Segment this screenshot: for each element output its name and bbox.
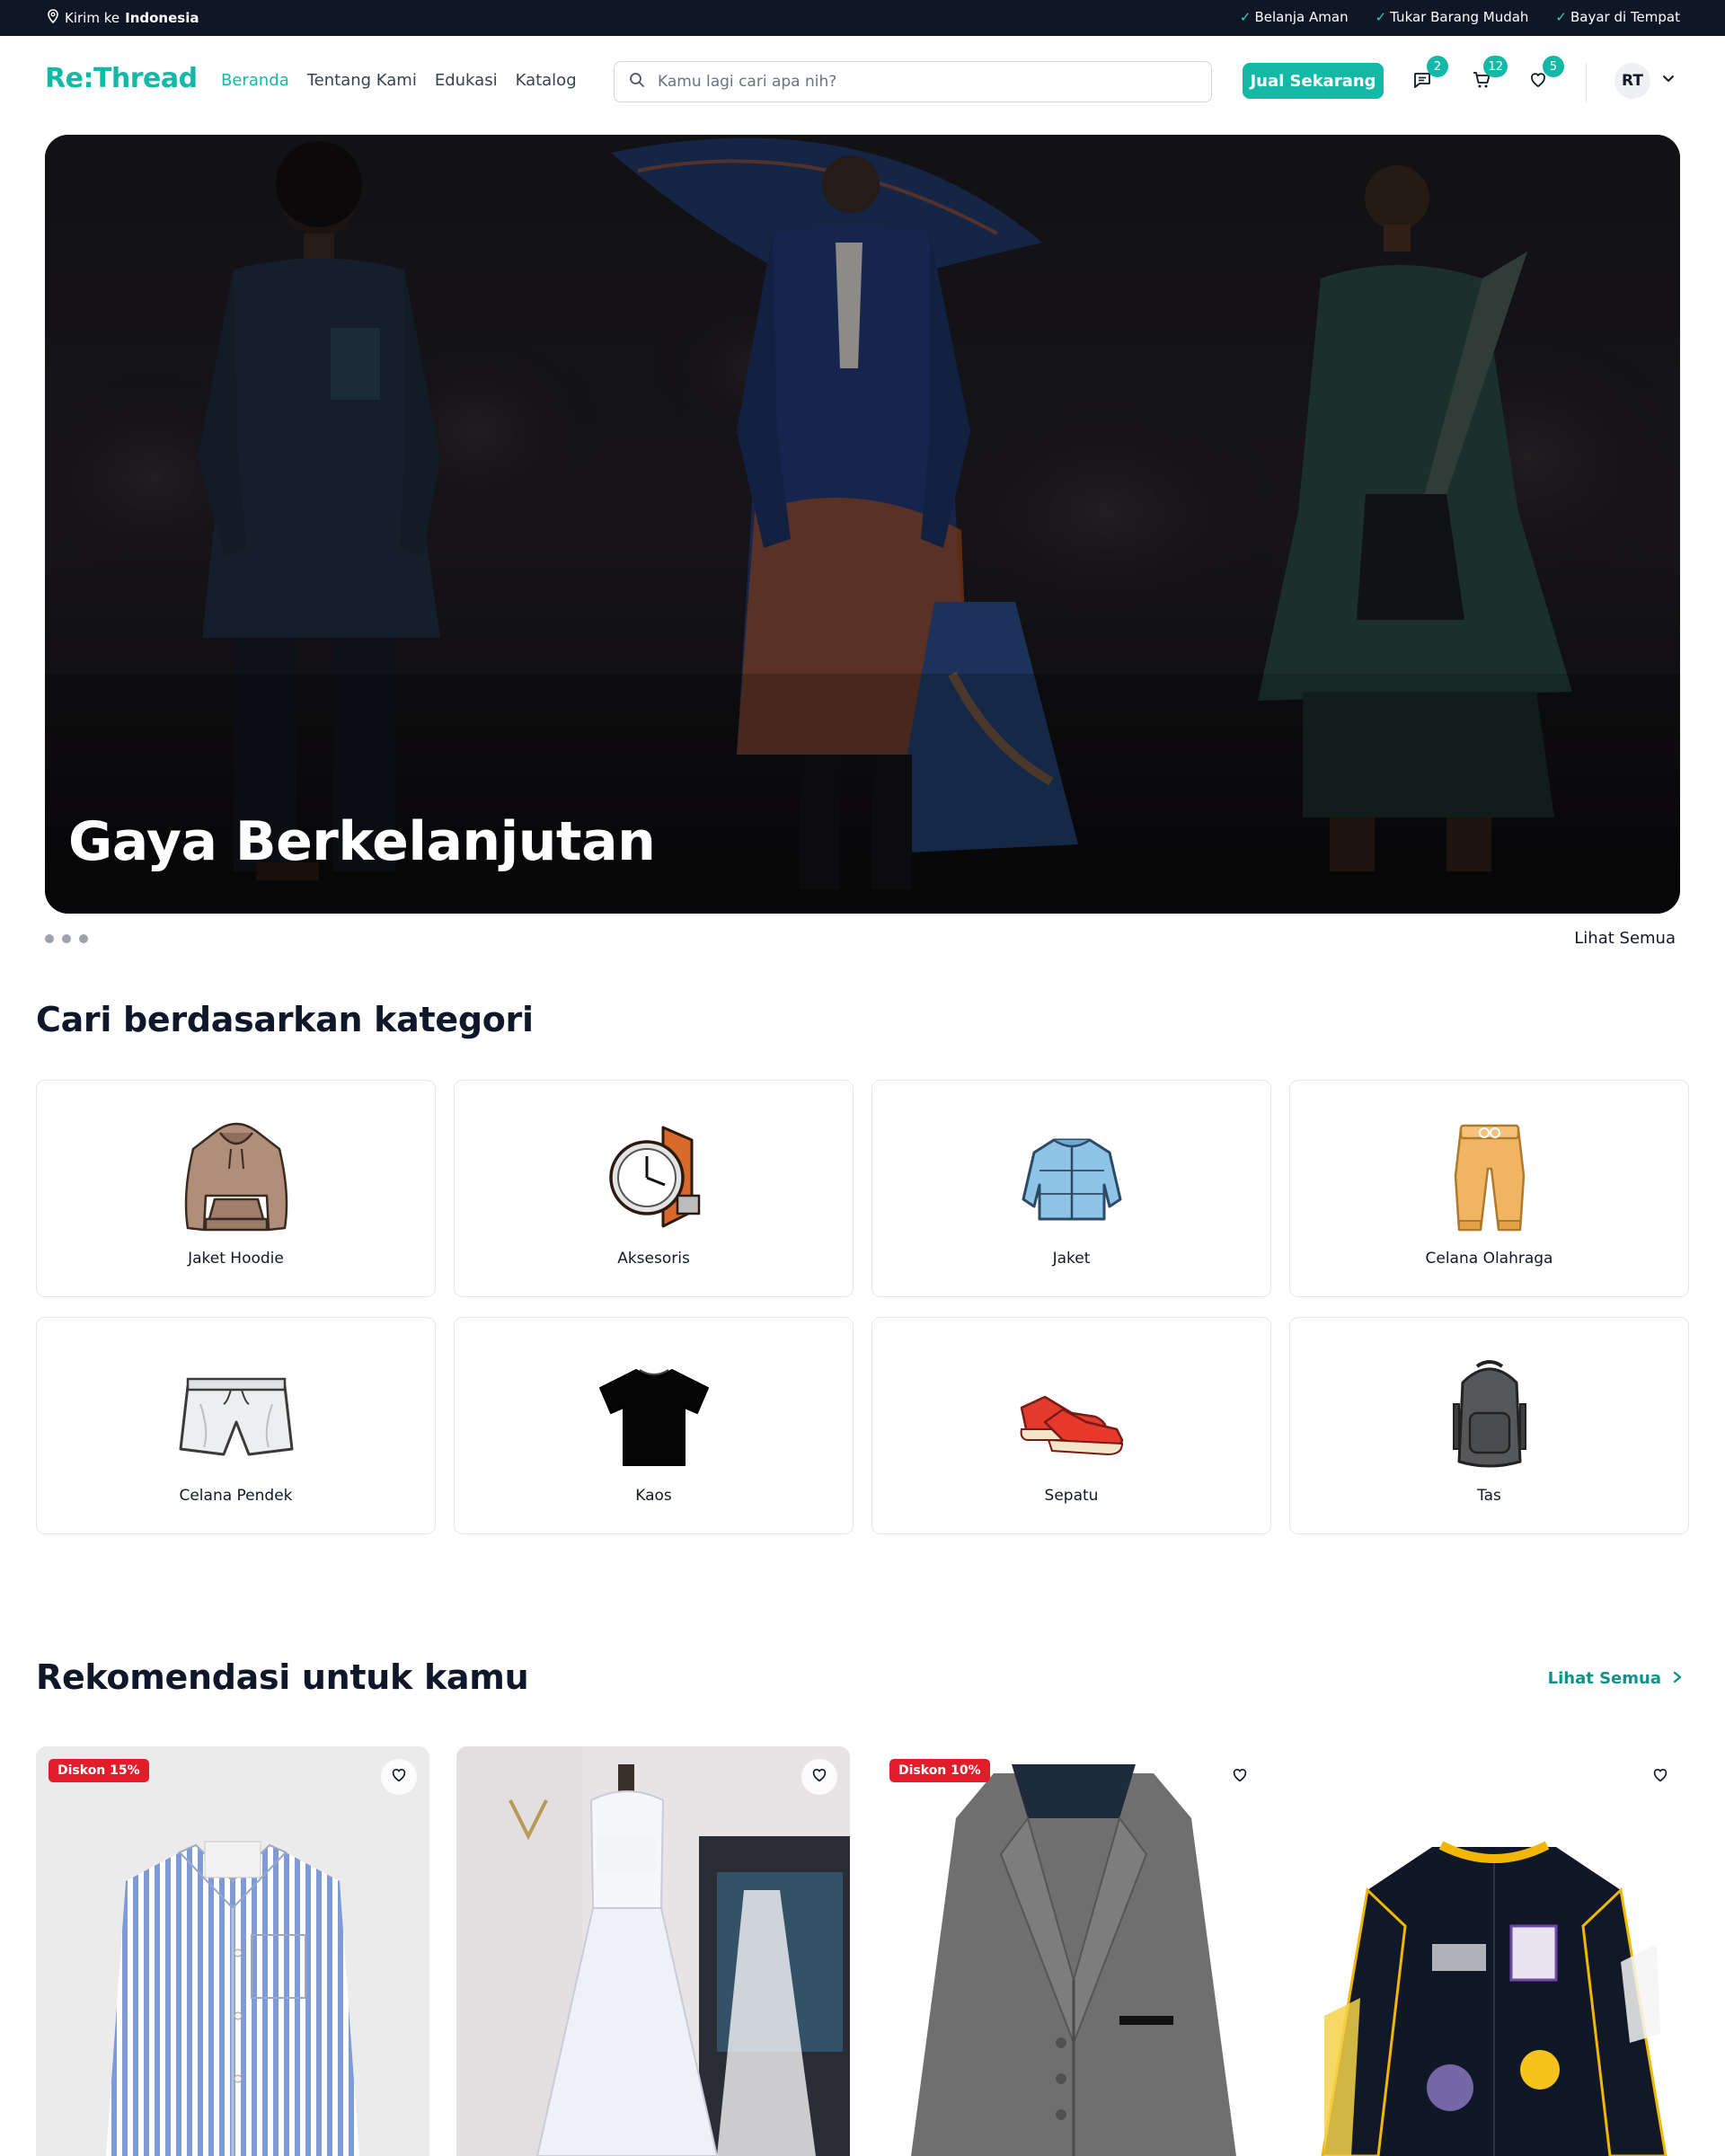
- category-card-tas[interactable]: Tas: [1289, 1317, 1689, 1534]
- heart-icon: [390, 1766, 408, 1788]
- carousel-dots: [45, 934, 88, 943]
- category-card-sepatu[interactable]: Sepatu: [871, 1317, 1271, 1534]
- user-avatar[interactable]: RT: [1614, 63, 1650, 99]
- categories-title: Cari berdasarkan kategori: [36, 1000, 534, 1039]
- search-icon: [629, 72, 645, 92]
- ship-prefix: Kirim ke: [65, 10, 120, 26]
- favorite-button[interactable]: [801, 1759, 837, 1795]
- chat-button[interactable]: 2: [1409, 56, 1448, 95]
- recommendations-title: Rekomendasi untuk kamu: [36, 1657, 529, 1697]
- hero-runway-image: [45, 135, 1680, 914]
- check-icon: ✓: [1239, 9, 1252, 25]
- category-label: Celana Olahraga: [1425, 1250, 1553, 1268]
- perk-item: ✓ Bayar di Tempat: [1555, 9, 1680, 25]
- category-label: Celana Pendek: [179, 1487, 293, 1505]
- product-image-grey-blazer: [877, 1746, 1270, 2156]
- location-pin-icon: [47, 9, 59, 27]
- category-card-jaket-hoodie[interactable]: Jaket Hoodie: [36, 1080, 436, 1297]
- category-label: Sepatu: [1044, 1487, 1099, 1505]
- chevron-right-icon: [1672, 1669, 1683, 1688]
- category-label: Jaket: [1052, 1250, 1091, 1268]
- main-header: Re:Thread Beranda Tentang Kami Edukasi K…: [0, 36, 1725, 124]
- tshirt-icon: [598, 1369, 709, 1466]
- see-all-label: Lihat Semua: [1547, 1669, 1661, 1688]
- hero-see-all-link[interactable]: Lihat Semua: [1574, 929, 1676, 948]
- jacket-icon: [1022, 1138, 1121, 1221]
- product-image-striped-shirt: [36, 1746, 429, 2156]
- perk-item: ✓ Belanja Aman: [1240, 9, 1349, 25]
- perk-label: Tukar Barang Mudah: [1390, 9, 1529, 25]
- category-label: Tas: [1477, 1487, 1501, 1505]
- wishlist-button[interactable]: 5: [1525, 56, 1564, 95]
- carousel-dot[interactable]: [79, 934, 88, 943]
- cart-button[interactable]: 12: [1468, 56, 1508, 95]
- chat-count-badge: 2: [1427, 56, 1448, 77]
- check-icon: ✓: [1555, 9, 1567, 25]
- sneakers-icon: [1020, 1395, 1123, 1456]
- recommendations-see-all-link[interactable]: Lihat Semua: [1548, 1669, 1683, 1688]
- sweatpants-icon: [1454, 1124, 1525, 1232]
- category-card-kaos[interactable]: Kaos: [454, 1317, 854, 1534]
- perk-label: Belanja Aman: [1254, 9, 1349, 25]
- ship-location-name: Indonesia: [125, 10, 199, 26]
- favorite-button[interactable]: [1222, 1759, 1258, 1795]
- category-grid: Jaket Hoodie Aksesoris Jaket Celana Olah…: [36, 1080, 1689, 1534]
- carousel-dot[interactable]: [62, 934, 71, 943]
- cart-count-badge: 12: [1483, 56, 1508, 77]
- main-nav: Beranda Tentang Kami Edukasi Katalog: [221, 71, 577, 90]
- check-icon: ✓: [1375, 9, 1387, 25]
- product-image-white-gown: [456, 1746, 850, 2156]
- product-card[interactable]: Diskon 15%: [36, 1746, 429, 2156]
- category-label: Jaket Hoodie: [188, 1250, 284, 1268]
- nav-item-beranda[interactable]: Beranda: [221, 71, 289, 90]
- product-list: Diskon 15% Diskon 10%: [36, 1746, 1691, 2156]
- hero-title: Gaya Berkelanjutan: [68, 810, 656, 873]
- sell-now-button[interactable]: Jual Sekarang: [1243, 63, 1384, 99]
- product-card[interactable]: [1297, 1746, 1691, 2156]
- category-card-celana-pendek[interactable]: Celana Pendek: [36, 1317, 436, 1534]
- product-image-varsity-jacket: [1297, 1746, 1691, 2156]
- perk-label: Bayar di Tempat: [1570, 9, 1680, 25]
- shorts-icon: [179, 1377, 293, 1456]
- heart-icon: [810, 1766, 828, 1788]
- header-divider: [1586, 63, 1587, 102]
- category-label: Aksesoris: [617, 1250, 690, 1268]
- hoodie-icon: [184, 1122, 288, 1232]
- category-card-celana-olahraga[interactable]: Celana Olahraga: [1289, 1080, 1689, 1297]
- discount-badge: Diskon 10%: [889, 1759, 990, 1782]
- nav-item-edukasi[interactable]: Edukasi: [435, 71, 498, 90]
- carousel-dot[interactable]: [45, 934, 54, 943]
- backpack-icon: [1452, 1360, 1526, 1468]
- wishlist-count-badge: 5: [1543, 56, 1564, 77]
- category-label: Kaos: [635, 1487, 672, 1505]
- hero-banner[interactable]: Gaya Berkelanjutan: [45, 135, 1680, 914]
- heart-icon: [1231, 1766, 1249, 1788]
- search-input[interactable]: [658, 73, 1161, 91]
- top-info-bar: Kirim ke Indonesia ✓ Belanja Aman ✓ Tukar …: [0, 0, 1725, 36]
- perks-list: ✓ Belanja Aman ✓ Tukar Barang Mudah ✓ Bayar…: [1240, 9, 1680, 25]
- watch-icon: [608, 1126, 700, 1228]
- category-card-jaket[interactable]: Jaket: [871, 1080, 1271, 1297]
- product-card[interactable]: [456, 1746, 850, 2156]
- nav-item-tentang-kami[interactable]: Tentang Kami: [307, 71, 417, 90]
- site-logo[interactable]: Re:Thread: [45, 63, 198, 94]
- product-card[interactable]: Diskon 10%: [877, 1746, 1270, 2156]
- ship-location[interactable]: Kirim ke Indonesia: [47, 9, 199, 27]
- chevron-down-icon[interactable]: [1660, 70, 1676, 90]
- discount-badge: Diskon 15%: [49, 1759, 149, 1782]
- search-bar: [614, 61, 1212, 102]
- nav-item-katalog[interactable]: Katalog: [516, 71, 577, 90]
- perk-item: ✓ Tukar Barang Mudah: [1376, 9, 1529, 25]
- heart-icon: [1651, 1766, 1669, 1788]
- favorite-button[interactable]: [381, 1759, 417, 1795]
- category-card-aksesoris[interactable]: Aksesoris: [454, 1080, 854, 1297]
- favorite-button[interactable]: [1642, 1759, 1678, 1795]
